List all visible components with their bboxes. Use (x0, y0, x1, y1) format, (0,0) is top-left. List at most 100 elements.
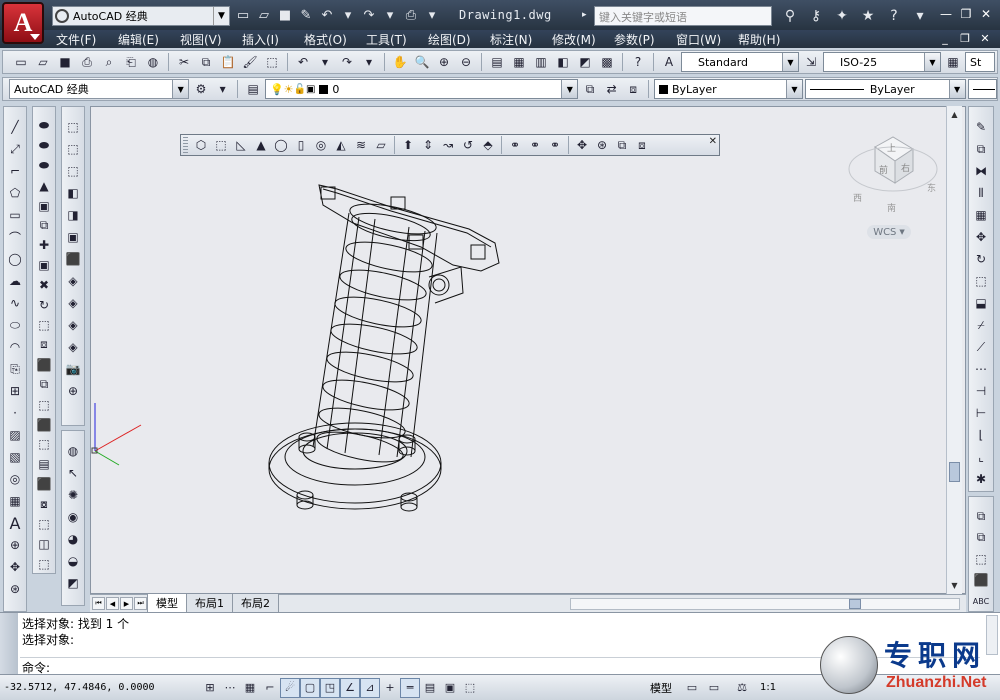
dynamic-input-icon[interactable]: + (380, 678, 400, 698)
new-file-icon[interactable]: ▭ (234, 6, 252, 24)
presspull-icon[interactable]: ⇕ (418, 135, 438, 155)
plot-icon[interactable]: ⎙ (402, 6, 420, 24)
restore-icon[interactable]: ❐ (958, 6, 974, 22)
offset-icon[interactable]: ⫴ (972, 183, 990, 203)
rotate-icon[interactable]: ↻ (972, 249, 990, 269)
open-icon[interactable]: ▱ (33, 52, 53, 72)
mapping-icon[interactable]: ◩ (64, 573, 82, 593)
back-view-icon[interactable]: ⬛ (64, 249, 82, 269)
coordinate-readout[interactable]: -32.5712, 47.4846, 0.0000 (0, 682, 200, 693)
vertical-scrollbar[interactable]: ▲ ▼ (946, 106, 962, 594)
save-icon[interactable]: ■ (276, 6, 294, 24)
scroll-thumb[interactable] (949, 462, 960, 482)
planar-surface-icon[interactable]: ▱ (371, 135, 391, 155)
arc-icon[interactable]: ⌒ (6, 227, 24, 247)
planar-surface-icon[interactable]: ↻ (35, 296, 53, 314)
align-3d-icon[interactable]: ▤ (35, 455, 53, 473)
mirror-icon[interactable]: ⧓ (972, 161, 990, 181)
rotate-3d-icon[interactable]: ⬚ (35, 436, 53, 454)
environment-icon[interactable]: ◒ (64, 551, 82, 571)
doc-restore-icon[interactable]: ❐ (958, 32, 972, 45)
binoculars-icon[interactable]: ⚲ (780, 6, 800, 26)
lineweight-combo[interactable] (967, 79, 998, 99)
send-under-icon[interactable]: ⬛ (972, 571, 990, 590)
drawing-area[interactable]: 上 前 右 西 南 东 WCS ▼ (90, 106, 966, 594)
polygon-icon[interactable]: ⬠ (6, 183, 24, 203)
ellipse-arc-icon[interactable]: ◠ (6, 337, 24, 357)
free-orbit-icon[interactable]: ⊛ (6, 579, 24, 599)
tab-layout2[interactable]: 布局2 (232, 594, 279, 613)
cylinder-icon[interactable]: ⧉ (35, 217, 53, 235)
last-tab-icon[interactable]: ⏭ (134, 597, 147, 610)
light-icon[interactable]: ✺ (64, 485, 82, 505)
undo-dropdown-icon[interactable]: ▾ (339, 6, 357, 24)
gradient-icon[interactable]: ▧ (6, 447, 24, 467)
block-editor-icon[interactable]: ⬚ (262, 52, 282, 72)
first-tab-icon[interactable]: ⏮ (92, 597, 105, 610)
table-style-combo[interactable]: St (965, 52, 995, 72)
slice-icon[interactable]: ⧇ (35, 495, 53, 513)
application-menu-button[interactable]: A (2, 2, 44, 44)
circle-icon[interactable]: ◯ (6, 249, 24, 269)
command-window-handle[interactable] (0, 613, 18, 675)
text-front-icon[interactable]: ABC (972, 592, 990, 611)
menu-item[interactable]: 编辑(E) (118, 31, 180, 48)
make-block-icon[interactable]: ⊞ (6, 381, 24, 401)
snap-mode-icon[interactable]: ⋯ (220, 678, 240, 698)
orbit-icon[interactable]: ✥ (6, 557, 24, 577)
redo-icon[interactable]: ↷ (337, 52, 357, 72)
materials-icon[interactable]: ◉ (64, 507, 82, 527)
menu-item[interactable]: 视图(V) (180, 31, 242, 48)
erase-icon[interactable]: ✎ (972, 117, 990, 137)
sphere-icon[interactable]: ▣ (35, 197, 53, 215)
grid-display-icon[interactable]: ▦ (240, 678, 260, 698)
calculator-icon[interactable]: ▩ (597, 52, 617, 72)
polar-tracking-icon[interactable]: ☄ (280, 677, 300, 698)
favorites-icon[interactable]: ★ (858, 6, 878, 26)
layer-combo[interactable]: 💡 ☀ 🔓 ▣ 0 ▼ (264, 79, 579, 99)
table-icon[interactable]: ▦ (6, 491, 24, 511)
toolbar-grip[interactable] (183, 137, 188, 153)
scroll-down-icon[interactable]: ▼ (948, 579, 961, 592)
publish-icon[interactable]: ⎗ (121, 52, 141, 72)
allow-ucs-icon[interactable]: ⊿ (360, 677, 380, 698)
3d-dwf-icon[interactable]: ◍ (143, 52, 163, 72)
revision-cloud-icon[interactable]: ☁ (6, 271, 24, 291)
loft-icon[interactable]: ⬘ (478, 135, 498, 155)
bottom-view-icon[interactable]: ⬚ (64, 161, 82, 181)
construction-line-icon[interactable]: ⤢ (6, 139, 24, 159)
section-icon[interactable]: ◫ (35, 535, 53, 553)
redo-dropdown-icon[interactable]: ▾ (359, 52, 379, 72)
3d-move-icon[interactable]: ✥ (572, 135, 592, 155)
workspace-switcher[interactable]: AutoCAD 经典 ▼ (52, 6, 230, 26)
render-icon[interactable]: ◕ (64, 529, 82, 549)
extend-icon[interactable]: ⟋ (972, 337, 990, 357)
redo-icon[interactable]: ↷ (360, 6, 378, 24)
annotation-scale-icon[interactable]: ⚖ (732, 678, 752, 698)
sw-iso-icon[interactable]: ◈ (64, 271, 82, 291)
minimize-icon[interactable]: — (938, 6, 954, 22)
object-snap-icon[interactable]: ▢ (300, 677, 320, 698)
ucs-menu[interactable]: WCS ▼ (867, 225, 911, 239)
cylinder-icon[interactable]: ▯ (291, 135, 311, 155)
flatshot-icon[interactable]: ⬚ (35, 555, 53, 573)
undo-icon[interactable]: ↶ (318, 6, 336, 24)
fillet-icon[interactable]: ⌞ (972, 447, 990, 467)
pyramid-icon[interactable]: ◭ (331, 135, 351, 155)
point-icon[interactable]: · (6, 403, 24, 423)
zoom-window-icon[interactable]: ⊕ (434, 52, 454, 72)
table-style-icon[interactable]: ▦ (943, 52, 963, 72)
insert-block-icon[interactable]: ⎘ (6, 359, 24, 379)
rectangle-icon[interactable]: ▭ (6, 205, 24, 225)
paste-icon[interactable]: 📋 (218, 52, 238, 72)
sweep-icon[interactable]: ⬛ (35, 356, 53, 374)
plot-preview-icon[interactable]: ⌕ (99, 52, 119, 72)
qnew-icon[interactable]: ▭ (11, 52, 31, 72)
design-center-icon[interactable]: ▦ (509, 52, 529, 72)
se-iso-icon[interactable]: ◈ (64, 293, 82, 313)
ne-iso-icon[interactable]: ◈ (64, 315, 82, 335)
cut-icon[interactable]: ✂ (174, 52, 194, 72)
array-3d-icon[interactable]: ⬛ (35, 475, 53, 493)
3d-object-snap-icon[interactable]: ◳ (320, 677, 340, 698)
annotation-scale-value[interactable]: 1:1 (760, 682, 776, 693)
